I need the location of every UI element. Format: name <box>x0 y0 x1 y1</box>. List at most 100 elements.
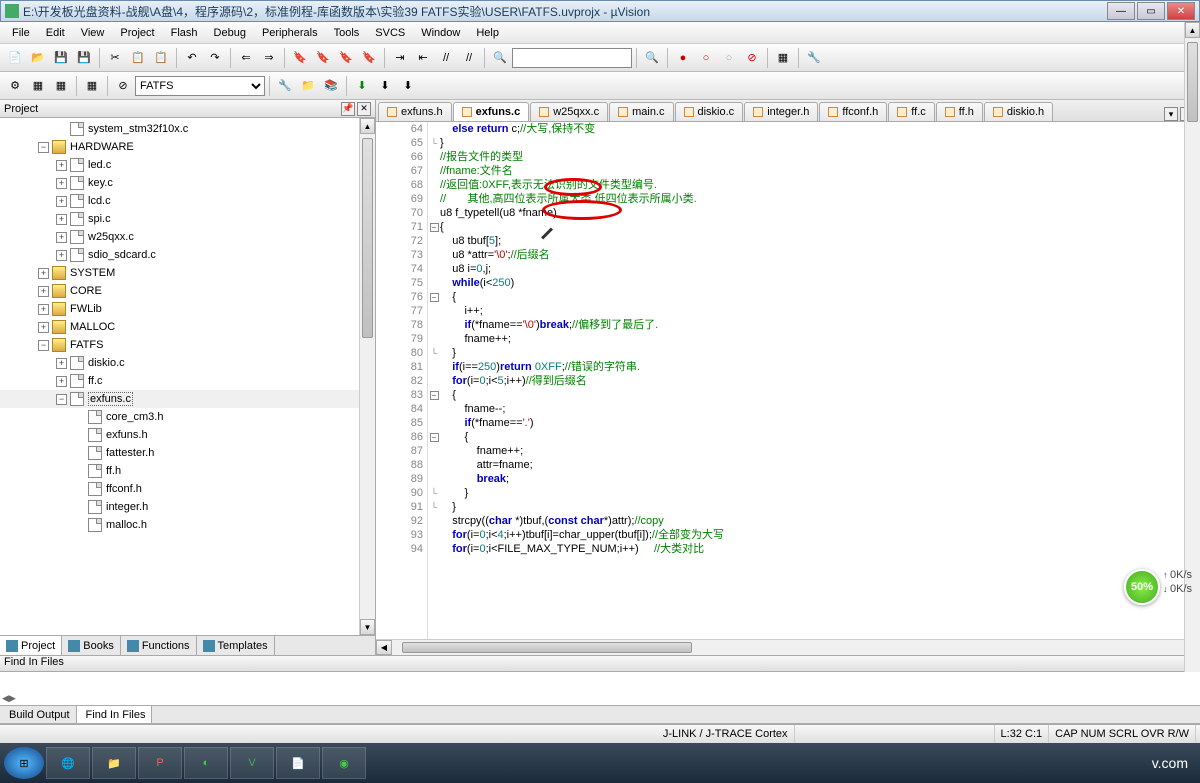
fold-toggle[interactable]: − <box>430 223 439 232</box>
tree-expander[interactable]: − <box>38 142 49 153</box>
tree-node[interactable]: +w25qxx.c <box>0 228 375 246</box>
erase-button[interactable]: ⬇ <box>374 75 396 97</box>
taskbar-ie[interactable]: 🌐 <box>46 747 90 779</box>
menu-view[interactable]: View <box>73 24 113 42</box>
speed-badge[interactable]: 50% <box>1124 569 1160 605</box>
project-tab-functions[interactable]: Functions <box>121 636 197 655</box>
panel-pin-button[interactable]: 📌 <box>341 102 355 116</box>
indent-button[interactable]: ⇥ <box>389 47 411 69</box>
tree-expander[interactable]: + <box>38 268 49 279</box>
tree-node[interactable]: malloc.h <box>0 516 375 534</box>
tree-node[interactable]: ffconf.h <box>0 480 375 498</box>
taskbar-app1[interactable]: ◐ <box>184 747 228 779</box>
tree-node[interactable]: +diskio.c <box>0 354 375 372</box>
tab-menu-button[interactable]: ▾ <box>1164 107 1178 121</box>
tree-node[interactable]: +lcd.c <box>0 192 375 210</box>
find-results[interactable]: ◀▶ <box>0 672 1200 706</box>
editor-tab[interactable]: w25qxx.c <box>530 102 608 121</box>
file-ext-button[interactable]: 📁 <box>297 75 319 97</box>
fold-toggle[interactable]: − <box>430 293 439 302</box>
tree-expander[interactable]: + <box>56 250 67 261</box>
cut-button[interactable]: ✂ <box>104 47 126 69</box>
editor-tab[interactable]: ff.c <box>888 102 934 121</box>
save-all-button[interactable]: 💾 <box>73 47 95 69</box>
taskbar-powerpoint[interactable]: P <box>138 747 182 779</box>
find-combo[interactable] <box>512 48 632 68</box>
maximize-button[interactable]: ▭ <box>1137 2 1165 20</box>
tree-node[interactable]: −HARDWARE <box>0 138 375 156</box>
breakpoint-insert-button[interactable]: ● <box>672 47 694 69</box>
debug-button[interactable]: 🔍 <box>641 47 663 69</box>
save-button[interactable]: 💾 <box>50 47 72 69</box>
taskbar-explorer[interactable]: 📁 <box>92 747 136 779</box>
project-tab-books[interactable]: Books <box>62 636 121 655</box>
tree-expander[interactable]: + <box>38 304 49 315</box>
bookmark-next-button[interactable]: 🔖 <box>335 47 357 69</box>
tree-node[interactable]: ff.h <box>0 462 375 480</box>
tree-node[interactable]: +sdio_sdcard.c <box>0 246 375 264</box>
menu-flash[interactable]: Flash <box>163 24 206 42</box>
paste-button[interactable]: 📋 <box>150 47 172 69</box>
open-button[interactable]: 📂 <box>27 47 49 69</box>
menu-window[interactable]: Window <box>413 24 468 42</box>
bookmark-button[interactable]: 🔖 <box>289 47 311 69</box>
tree-node[interactable]: system_stm32f10x.c <box>0 120 375 138</box>
menu-file[interactable]: File <box>4 24 38 42</box>
menu-debug[interactable]: Debug <box>206 24 254 42</box>
tree-expander[interactable]: + <box>38 286 49 297</box>
editor-tab[interactable]: exfuns.c <box>453 102 530 121</box>
tree-node[interactable]: core_cm3.h <box>0 408 375 426</box>
code-editor[interactable]: 6465666768697071727374757677787980818283… <box>376 122 1200 639</box>
taskbar-uvision[interactable]: V <box>230 747 274 779</box>
tree-expander[interactable]: − <box>38 340 49 351</box>
tree-node[interactable]: +SYSTEM <box>0 264 375 282</box>
tree-node[interactable]: +key.c <box>0 174 375 192</box>
uncomment-button[interactable]: // <box>458 47 480 69</box>
editor-tab[interactable]: ff.h <box>936 102 983 121</box>
editor-tab[interactable]: diskio.h <box>984 102 1053 121</box>
project-tab-templates[interactable]: Templates <box>197 636 275 655</box>
project-tree[interactable]: system_stm32f10x.c−HARDWARE+led.c+key.c+… <box>0 118 375 635</box>
tree-node[interactable]: −exfuns.c <box>0 390 375 408</box>
editor-tab[interactable]: diskio.c <box>675 102 744 121</box>
translate-button[interactable]: ⚙ <box>4 75 26 97</box>
target-combo[interactable]: FATFS <box>135 76 265 96</box>
editor-tab[interactable]: exfuns.h <box>378 102 452 121</box>
fold-toggle[interactable]: − <box>430 433 439 442</box>
minimize-button[interactable]: — <box>1107 2 1135 20</box>
tree-expander[interactable]: + <box>56 214 67 225</box>
tree-scrollbar[interactable]: ▲ ▼ <box>359 118 375 635</box>
tree-node[interactable]: +spi.c <box>0 210 375 228</box>
undo-button[interactable]: ↶ <box>181 47 203 69</box>
outdent-button[interactable]: ⇤ <box>412 47 434 69</box>
manage-button[interactable]: 📚 <box>320 75 342 97</box>
fold-toggle[interactable]: − <box>430 391 439 400</box>
close-button[interactable]: ✕ <box>1167 2 1195 20</box>
tree-expander[interactable]: + <box>56 160 67 171</box>
tree-expander[interactable]: − <box>56 394 67 405</box>
load-button[interactable]: ⬇ <box>397 75 419 97</box>
tree-node[interactable]: +MALLOC <box>0 318 375 336</box>
tree-node[interactable]: +FWLib <box>0 300 375 318</box>
build-button[interactable]: ▦ <box>27 75 49 97</box>
project-tab-project[interactable]: Project <box>0 636 62 655</box>
taskbar[interactable]: ⊞ 🌐 📁 P ◐ V 📄 ◉ v.com <box>0 743 1200 783</box>
editor-hscrollbar[interactable]: ◀ ▶ <box>376 639 1200 655</box>
batch-build-button[interactable]: ▦ <box>81 75 103 97</box>
panel-close-button[interactable]: ✕ <box>357 102 371 116</box>
tree-node[interactable]: −FATFS <box>0 336 375 354</box>
nav-back-button[interactable]: ⇐ <box>235 47 257 69</box>
tree-expander[interactable]: + <box>56 358 67 369</box>
editor-tab[interactable]: ffconf.h <box>819 102 887 121</box>
tree-node[interactable]: exfuns.h <box>0 426 375 444</box>
rebuild-button[interactable]: ▦ <box>50 75 72 97</box>
fold-gutter[interactable]: └−−└−−└└ <box>428 122 440 639</box>
menu-tools[interactable]: Tools <box>326 24 368 42</box>
taskbar-app2[interactable]: 📄 <box>276 747 320 779</box>
copy-button[interactable]: 📋 <box>127 47 149 69</box>
window-button[interactable]: ▦ <box>772 47 794 69</box>
nav-fwd-button[interactable]: ⇒ <box>258 47 280 69</box>
tree-node[interactable]: +CORE <box>0 282 375 300</box>
editor-vscrollbar[interactable]: ▲ ▼ <box>1184 22 1200 704</box>
menu-project[interactable]: Project <box>112 24 162 42</box>
